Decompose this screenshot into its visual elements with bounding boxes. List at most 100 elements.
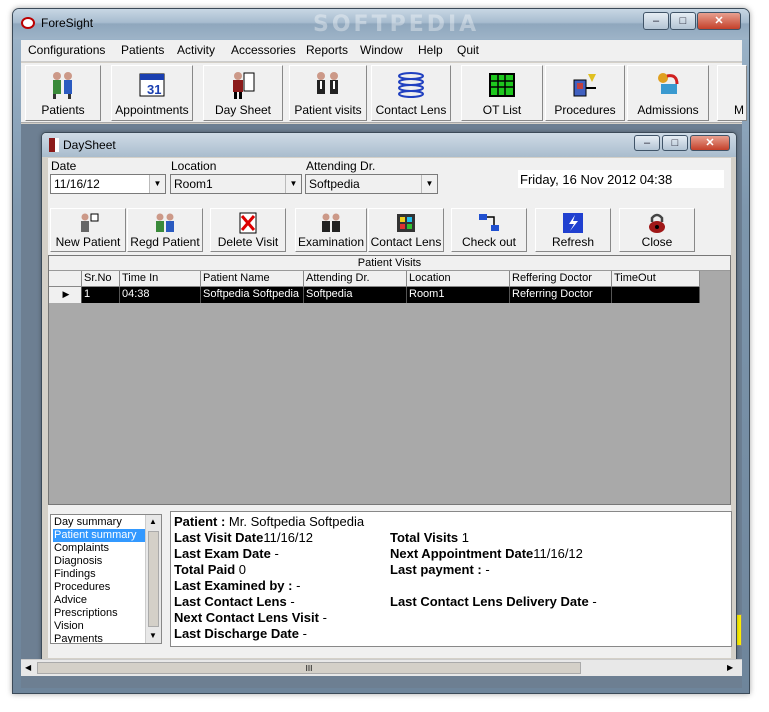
menu-bar: Configurations Patients Activity Accesso… [21,40,742,62]
doctor-combo[interactable]: Softpedia ▼ [305,174,438,194]
toolbar-contact-lens-label: Contact Lens [375,103,447,117]
close-button-daysheet[interactable]: Close [619,208,695,252]
app-window: ForeSight SOFTPEDIA – □ ✕ Configurations… [12,8,750,694]
table-cell[interactable]: 04:38 [120,287,201,303]
list-item[interactable]: Advice [53,594,87,607]
contact-lens-button[interactable]: Contact Lens [368,208,444,252]
scroll-right-icon[interactable]: ▶ [727,663,733,672]
toolbar-ot-list-label: OT List [482,103,522,117]
refresh-label: Refresh [551,235,595,249]
list-item[interactable]: Diagnosis [53,555,102,568]
regd-patient-button[interactable]: Regd Patient [127,208,203,252]
doctor-label: Attending Dr. [306,159,376,173]
minimize-button[interactable]: – [643,12,669,30]
check-out-label: Check out [461,235,517,249]
summary-last-contact-lens: Last Contact Lens - [174,594,295,609]
toolbar-appointments-button[interactable]: 31 Appointments [111,65,193,121]
menu-patients[interactable]: Patients [121,43,164,57]
summary-last-visit: Last Visit Date11/16/12 [174,530,313,545]
table-cell[interactable]: Softpedia [304,287,407,303]
list-item[interactable]: Payments [53,633,103,643]
refresh-button[interactable]: Refresh [535,208,611,252]
calendar-icon: 31 [139,73,165,97]
list-item[interactable]: Vision [53,620,84,633]
daysheet-minimize-button[interactable]: – [634,135,660,151]
toolbar-patients-label: Patients [41,103,85,117]
delete-visit-button[interactable]: Delete Visit [210,208,286,252]
daysheet-maximize-button[interactable]: □ [662,135,688,151]
summary-listbox[interactable]: Day summary Patient summary Complaints D… [50,514,162,644]
toolbar-patients-button[interactable]: Patients [25,65,101,121]
new-patient-button[interactable]: New Patient [50,208,126,252]
column-header[interactable]: Location [407,271,510,287]
chevron-down-icon[interactable]: ▼ [421,175,437,193]
menu-window[interactable]: Window [360,43,403,57]
table-cell[interactable]: Room1 [407,287,510,303]
column-header[interactable]: Attending Dr. [304,271,407,287]
row-header-corner [49,271,82,287]
column-header[interactable]: Reffering Doctor [510,271,612,287]
list-item[interactable]: Prescriptions [53,607,118,620]
menu-quit[interactable]: Quit [457,43,479,57]
toolbar-contact-lens-button[interactable]: Contact Lens [371,65,451,121]
examination-button[interactable]: Examination [295,208,367,252]
column-header[interactable]: TimeOut [612,271,700,287]
column-header[interactable]: Sr.No [82,271,120,287]
datetime-display: Friday, 16 Nov 2012 04:38 [518,170,724,188]
table-cell[interactable]: Softpedia Softpedia [201,287,304,303]
toolbar-day-sheet-button[interactable]: Day Sheet [203,65,283,121]
listbox-scrollbar[interactable]: ▲ ▼ [145,515,161,643]
table-cell[interactable] [612,287,700,303]
toolbar-patient-visits-button[interactable]: Patient visits [289,65,367,121]
table-cell[interactable]: Referring Doctor [510,287,612,303]
list-item[interactable]: Complaints [53,542,109,555]
close-label: Close [641,235,673,249]
day-sheet-icon [233,72,255,99]
chevron-down-icon[interactable]: ▼ [285,175,301,193]
scroll-up-icon[interactable]: ▲ [149,517,157,526]
list-item[interactable]: Day summary [53,516,122,529]
menu-accessories[interactable]: Accessories [231,43,296,57]
list-item[interactable]: Patient summary [53,529,145,542]
menu-help[interactable]: Help [418,43,443,57]
contact-lens-label: Contact Lens [370,235,442,249]
summary-last-contact-lens-delivery: Last Contact Lens Delivery Date - [390,594,597,609]
date-combo[interactable]: 11/16/12 ▼ [50,174,166,194]
toolbar-more-button[interactable]: M [717,65,747,121]
summary-last-payment: Last payment : - [390,562,490,577]
ot-list-icon [489,73,515,97]
menu-reports[interactable]: Reports [306,43,348,57]
toolbar-procedures-button[interactable]: Procedures [545,65,625,121]
horizontal-scrollbar[interactable]: ◀ III ▶ [21,659,742,676]
check-out-button[interactable]: Check out [451,208,527,252]
patient-visits-grid[interactable]: Patient Visits Sr.No Time In Patient Nam… [48,255,731,505]
location-combo[interactable]: Room1 ▼ [170,174,302,194]
table-cell[interactable]: 1 [82,287,120,303]
scroll-left-icon[interactable]: ◀ [25,663,31,672]
scroll-down-icon[interactable]: ▼ [149,631,157,640]
menu-activity[interactable]: Activity [177,43,215,57]
horizontal-scroll-thumb[interactable]: III [37,662,581,674]
daysheet-title-bar[interactable]: DaySheet – □ ✕ [42,133,736,157]
toolbar-ot-list-button[interactable]: OT List [461,65,543,121]
column-header[interactable]: Patient Name [201,271,304,287]
daysheet-close-button[interactable]: ✕ [690,135,730,151]
toolbar-admissions-button[interactable]: Admissions [627,65,709,121]
list-item[interactable]: Findings [53,568,96,581]
daysheet-content: Date 11/16/12 ▼ Location Room1 ▼ Attendi… [48,158,732,658]
date-label: Date [51,159,77,173]
scroll-thumb[interactable] [148,531,159,627]
title-bar[interactable]: ForeSight SOFTPEDIA – □ ✕ [13,9,749,39]
menu-configurations[interactable]: Configurations [28,43,105,57]
contact-lens-icon [397,214,415,232]
column-header[interactable]: Time In [120,271,201,287]
chevron-down-icon[interactable]: ▼ [149,175,165,193]
main-toolbar: Patients 31 Appointments Day Sheet Patie… [21,63,747,123]
close-button[interactable]: ✕ [697,12,741,30]
main-client-area: Configurations Patients Activity Accesso… [21,40,747,688]
toolbar-more-label: M [734,103,744,117]
row-selector-icon[interactable]: ▶ [49,287,82,303]
list-item[interactable]: Procedures [53,581,110,594]
maximize-button[interactable]: □ [670,12,696,30]
summary-patient: Patient : Mr. Softpedia Softpedia [174,514,365,529]
